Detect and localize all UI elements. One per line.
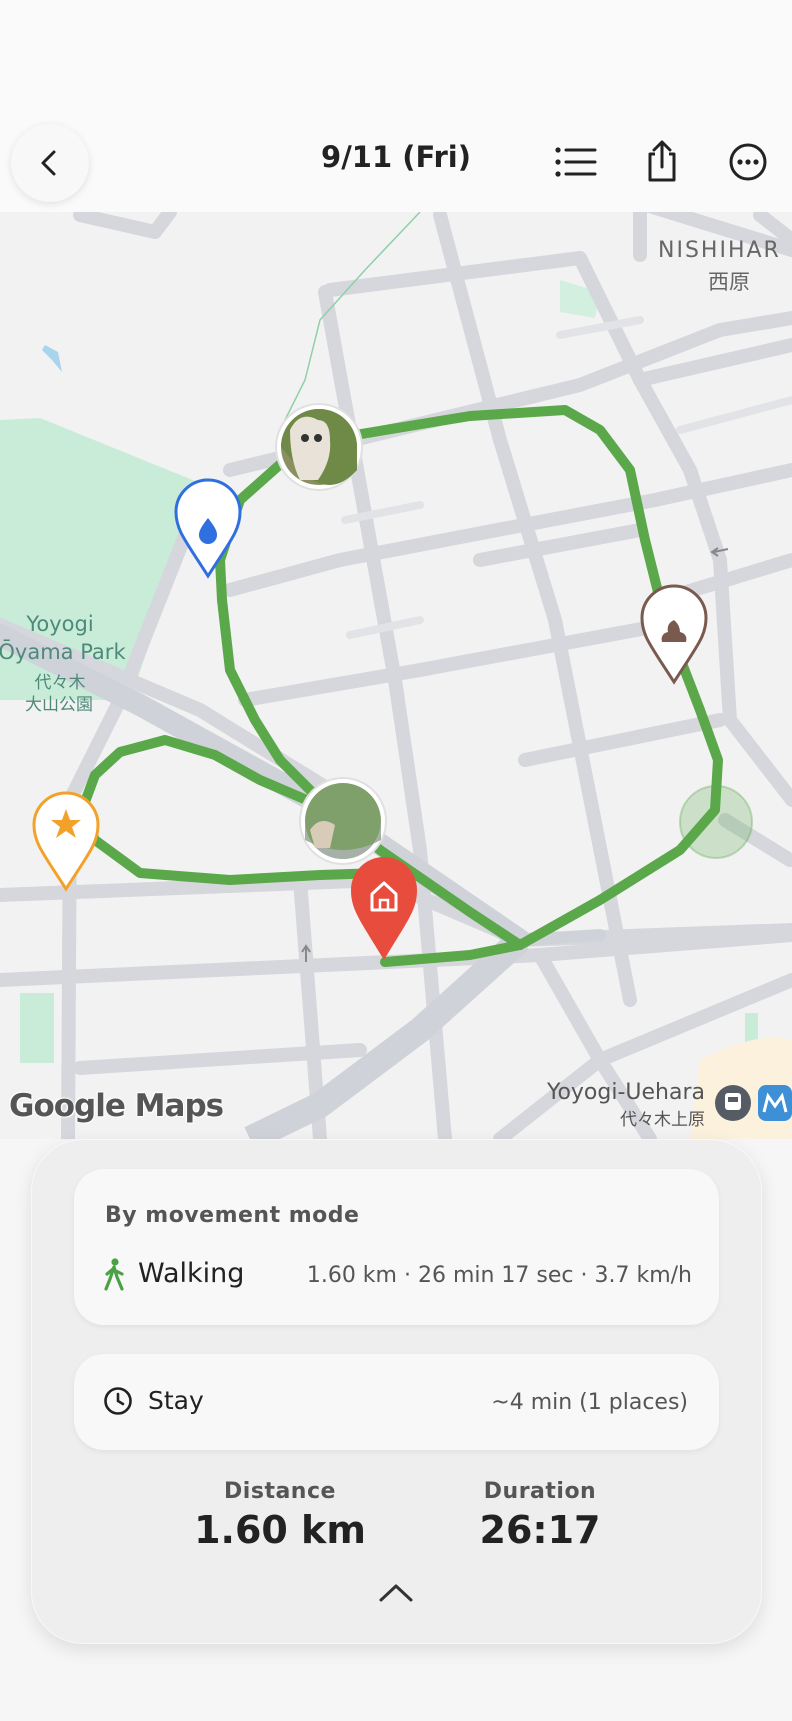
metro-icon[interactable] (758, 1085, 792, 1121)
chevron-up-icon (379, 1584, 413, 1602)
dog-photo[interactable] (275, 403, 363, 491)
park-label-2: Ōyama Park (0, 640, 126, 664)
stay-value: ~4 min (1 places) (491, 1390, 688, 1415)
status-bar-area (0, 0, 792, 110)
green-patch (20, 993, 54, 1063)
stay-card[interactable]: Stay ~4 min (1 places) (74, 1354, 719, 1450)
mode-label: Walking (138, 1258, 245, 1289)
back-button[interactable] (11, 124, 89, 202)
mode-stats: 1.60 km · 26 min 17 sec · 3.7 km/h (306, 1263, 692, 1288)
green-line (284, 212, 421, 421)
walking-icon (104, 1258, 124, 1291)
share-icon (648, 140, 676, 182)
star-icon[interactable] (32, 791, 100, 892)
more-button[interactable] (718, 132, 778, 192)
station-label-en: Yoyogi-Uehara (546, 1080, 705, 1105)
duration-stat: Duration 26:17 (431, 1479, 649, 1552)
station-label: Yoyogi-Uehara 代々木上原 (530, 1080, 705, 1130)
share-button[interactable] (632, 132, 692, 192)
park-label-1: Yoyogi (26, 612, 94, 636)
distance-stat: Distance 1.60 km (171, 1479, 389, 1552)
list-button[interactable] (546, 132, 606, 192)
stay-label: Stay (148, 1386, 204, 1415)
expand-button[interactable] (366, 1573, 426, 1613)
home-icon[interactable] (351, 857, 417, 960)
top-bar: 9/11 (Fri) (0, 110, 792, 212)
water-drop-area (42, 345, 62, 372)
page-title: 9/11 (Fri) (321, 140, 471, 174)
more-icon (729, 143, 767, 181)
route-map[interactable]: NISHIHAR 西原 Yoyogi Ōyama Park 代々木 大山公園 G… (0, 212, 792, 1139)
area-label-nishihara-ja: 西原 (708, 270, 750, 294)
clock-icon (104, 1387, 132, 1415)
station-label-ja: 代々木上原 (620, 1110, 705, 1130)
google-maps-logo: Google Maps (9, 1088, 224, 1124)
distance-label: Distance (224, 1479, 336, 1504)
water-icon[interactable] (174, 478, 242, 579)
duration-label: Duration (483, 1479, 597, 1504)
list-icon (555, 147, 597, 177)
chevron-left-icon (41, 150, 56, 176)
movement-title: By movement mode (105, 1203, 360, 1228)
distance-value: 1.60 km (194, 1508, 366, 1552)
green-patch (745, 1013, 758, 1043)
duration-value: 26:17 (479, 1508, 601, 1552)
poop-icon[interactable] (640, 584, 708, 685)
mode-row-walking[interactable]: Walking 1.60 km · 26 min 17 sec · 3.7 km… (102, 1256, 692, 1296)
park-label-ja-2: 大山公園 (25, 695, 93, 715)
movement-card: By movement mode Walking 1.60 km · 26 mi… (74, 1169, 719, 1325)
train-icon[interactable] (715, 1085, 751, 1121)
area-label-nishihara: NISHIHAR (658, 238, 781, 263)
dog-photo[interactable] (299, 777, 387, 865)
map-canvas (0, 212, 792, 1139)
stay-area (679, 785, 753, 859)
summary-panel: By movement mode Walking 1.60 km · 26 mi… (31, 1139, 762, 1644)
